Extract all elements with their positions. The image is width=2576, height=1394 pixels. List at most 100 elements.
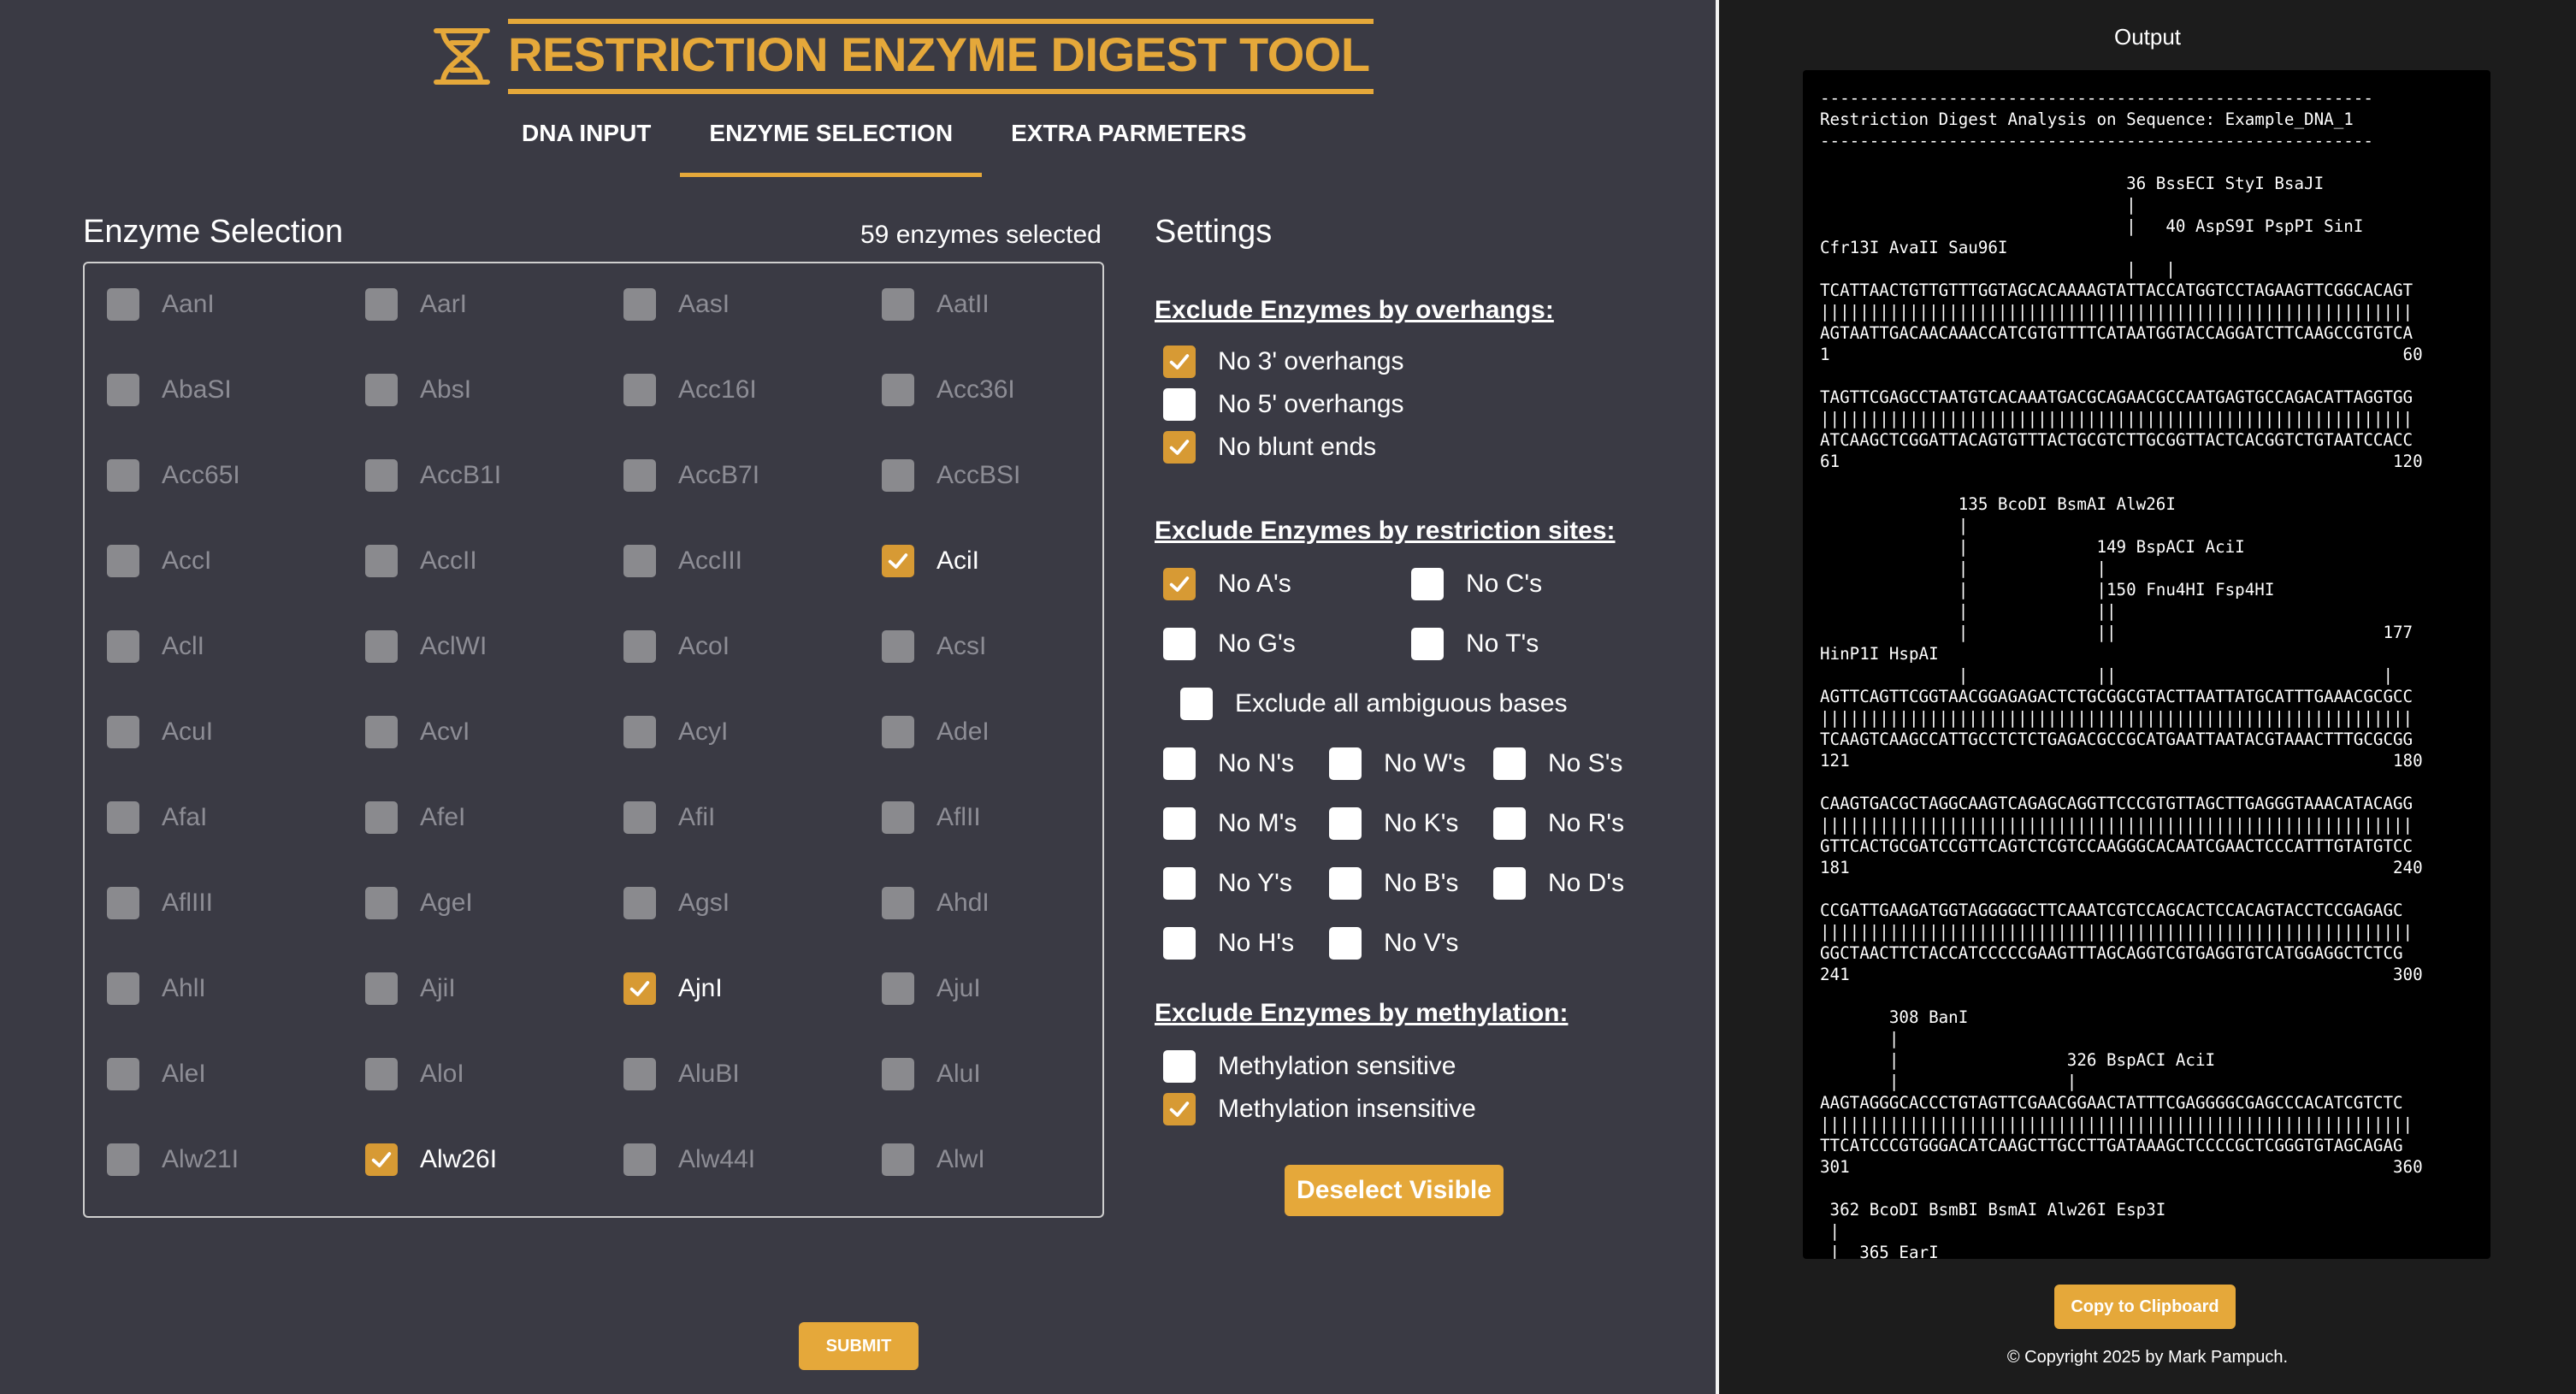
option-no-blunt-ends[interactable]: No blunt ends (1163, 426, 1376, 469)
enzyme-checkbox[interactable] (623, 972, 656, 1005)
enzyme-checkbox[interactable] (107, 288, 139, 321)
enzyme-checkbox[interactable] (882, 1058, 914, 1090)
option-no-t-s-checkbox[interactable] (1411, 628, 1444, 660)
copy-to-clipboard-button[interactable]: Copy to Clipboard (2054, 1285, 2236, 1329)
enzyme-item-alubi[interactable]: AluBI (623, 1048, 740, 1100)
enzyme-checkbox[interactable] (365, 545, 398, 577)
enzyme-item-absi[interactable]: AbsI (365, 364, 471, 416)
enzyme-checkbox[interactable] (882, 288, 914, 321)
enzyme-item-acli[interactable]: AclI (107, 621, 204, 672)
enzyme-checkbox[interactable] (882, 630, 914, 663)
enzyme-checkbox[interactable] (623, 374, 656, 406)
enzyme-list[interactable]: AanI AarI AasI AatII AbaSI AbsI Acc16I Acc36I Ac… (83, 262, 1104, 1218)
enzyme-checkbox[interactable] (107, 459, 139, 492)
tab-extra-parameters[interactable]: EXTRA PARMETERS (982, 113, 1275, 177)
option-methylation-sensitive-checkbox[interactable] (1163, 1050, 1196, 1083)
enzyme-checkbox[interactable] (623, 887, 656, 919)
enzyme-checkbox[interactable] (882, 801, 914, 834)
option-no-k-s[interactable]: No K's (1329, 802, 1458, 845)
option-no-y-s-checkbox[interactable] (1163, 867, 1196, 900)
option-no-m-s[interactable]: No M's (1163, 802, 1297, 845)
enzyme-checkbox[interactable] (365, 1143, 398, 1176)
enzyme-checkbox[interactable] (107, 1143, 139, 1176)
enzyme-item-acvi[interactable]: AcvI (365, 706, 470, 758)
option-no-w-s-checkbox[interactable] (1329, 747, 1362, 780)
enzyme-item-acii[interactable]: AciI (882, 535, 979, 587)
option-methylation-insensitive-checkbox[interactable] (1163, 1093, 1196, 1125)
option-no-s-s[interactable]: No S's (1493, 742, 1622, 785)
enzyme-checkbox[interactable] (107, 972, 139, 1005)
option-no-b-s[interactable]: No B's (1329, 862, 1458, 905)
enzyme-checkbox[interactable] (365, 887, 398, 919)
enzyme-checkbox[interactable] (882, 459, 914, 492)
enzyme-item-ahli[interactable]: AhlI (107, 963, 206, 1014)
option-no-w-s[interactable]: No W's (1329, 742, 1466, 785)
enzyme-checkbox[interactable] (882, 972, 914, 1005)
enzyme-item-acciii[interactable]: AccIII (623, 535, 742, 587)
enzyme-item-aclwi[interactable]: AclWI (365, 621, 487, 672)
option-no-v-s[interactable]: No V's (1329, 922, 1458, 965)
enzyme-item-alei[interactable]: AleI (107, 1048, 206, 1100)
enzyme-item-alw44i[interactable]: Alw44I (623, 1134, 755, 1185)
enzyme-item-acc65i[interactable]: Acc65I (107, 450, 240, 501)
enzyme-item-adei[interactable]: AdeI (882, 706, 990, 758)
enzyme-item-acui[interactable]: AcuI (107, 706, 213, 758)
option-no-y-s[interactable]: No Y's (1163, 862, 1292, 905)
option-exclude-all-ambiguous-checkbox[interactable] (1180, 688, 1213, 720)
enzyme-item-agei[interactable]: AgeI (365, 877, 473, 929)
enzyme-item-alui[interactable]: AluI (882, 1048, 981, 1100)
option-no-v-s-checkbox[interactable] (1329, 927, 1362, 960)
option-no-r-s-checkbox[interactable] (1493, 807, 1526, 840)
enzyme-item-aari[interactable]: AarI (365, 279, 467, 330)
option-no-c-s-checkbox[interactable] (1411, 568, 1444, 600)
option-no-g-s-checkbox[interactable] (1163, 628, 1196, 660)
option-no-5-overhangs[interactable]: No 5' overhangs (1163, 383, 1404, 426)
option-no-t-s[interactable]: No T's (1411, 623, 1539, 665)
option-methylation-insensitive[interactable]: Methylation insensitive (1163, 1088, 1476, 1131)
enzyme-item-aloi[interactable]: AloI (365, 1048, 464, 1100)
enzyme-item-ahdi[interactable]: AhdI (882, 877, 990, 929)
output-box[interactable]: ----------------------------------------… (1803, 70, 2490, 1259)
enzyme-checkbox[interactable] (107, 887, 139, 919)
enzyme-item-agsi[interactable]: AgsI (623, 877, 730, 929)
enzyme-checkbox[interactable] (107, 1058, 139, 1090)
enzyme-item-alwi[interactable]: AlwI (882, 1134, 985, 1185)
enzyme-checkbox[interactable] (365, 716, 398, 748)
enzyme-item-acci[interactable]: AccI (107, 535, 211, 587)
enzyme-item-abasi[interactable]: AbaSI (107, 364, 232, 416)
option-no-d-s[interactable]: No D's (1493, 862, 1624, 905)
enzyme-checkbox[interactable] (623, 716, 656, 748)
enzyme-checkbox[interactable] (107, 374, 139, 406)
enzyme-item-aflii[interactable]: AflII (882, 792, 981, 843)
option-no-n-s[interactable]: No N's (1163, 742, 1294, 785)
enzyme-checkbox[interactable] (623, 1143, 656, 1176)
enzyme-checkbox[interactable] (107, 545, 139, 577)
option-methylation-sensitive[interactable]: Methylation sensitive (1163, 1045, 1456, 1088)
option-no-b-s-checkbox[interactable] (1329, 867, 1362, 900)
enzyme-checkbox[interactable] (623, 545, 656, 577)
option-no-5-overhangs-checkbox[interactable] (1163, 388, 1196, 421)
enzyme-checkbox[interactable] (365, 288, 398, 321)
option-no-blunt-ends-checkbox[interactable] (1163, 431, 1196, 464)
enzyme-item-accb1i[interactable]: AccB1I (365, 450, 501, 501)
enzyme-checkbox[interactable] (882, 374, 914, 406)
option-no-g-s[interactable]: No G's (1163, 623, 1296, 665)
enzyme-item-acc36i[interactable]: Acc36I (882, 364, 1015, 416)
enzyme-checkbox[interactable] (623, 1058, 656, 1090)
enzyme-item-afliii[interactable]: AflIII (107, 877, 213, 929)
enzyme-item-acyi[interactable]: AcyI (623, 706, 728, 758)
enzyme-item-accbsi[interactable]: AccBSI (882, 450, 1020, 501)
enzyme-checkbox[interactable] (882, 716, 914, 748)
option-exclude-all-ambiguous[interactable]: Exclude all ambiguous bases (1180, 682, 1568, 725)
enzyme-checkbox[interactable] (107, 716, 139, 748)
enzyme-item-acc16i[interactable]: Acc16I (623, 364, 757, 416)
option-no-h-s[interactable]: No H's (1163, 922, 1294, 965)
option-no-d-s-checkbox[interactable] (1493, 867, 1526, 900)
enzyme-item-afai[interactable]: AfaI (107, 792, 207, 843)
enzyme-item-ajii[interactable]: AjiI (365, 963, 456, 1014)
enzyme-item-acsi[interactable]: AcsI (882, 621, 986, 672)
enzyme-checkbox[interactable] (365, 1058, 398, 1090)
option-no-m-s-checkbox[interactable] (1163, 807, 1196, 840)
enzyme-item-ajni[interactable]: AjnI (623, 963, 723, 1014)
enzyme-checkbox[interactable] (623, 801, 656, 834)
